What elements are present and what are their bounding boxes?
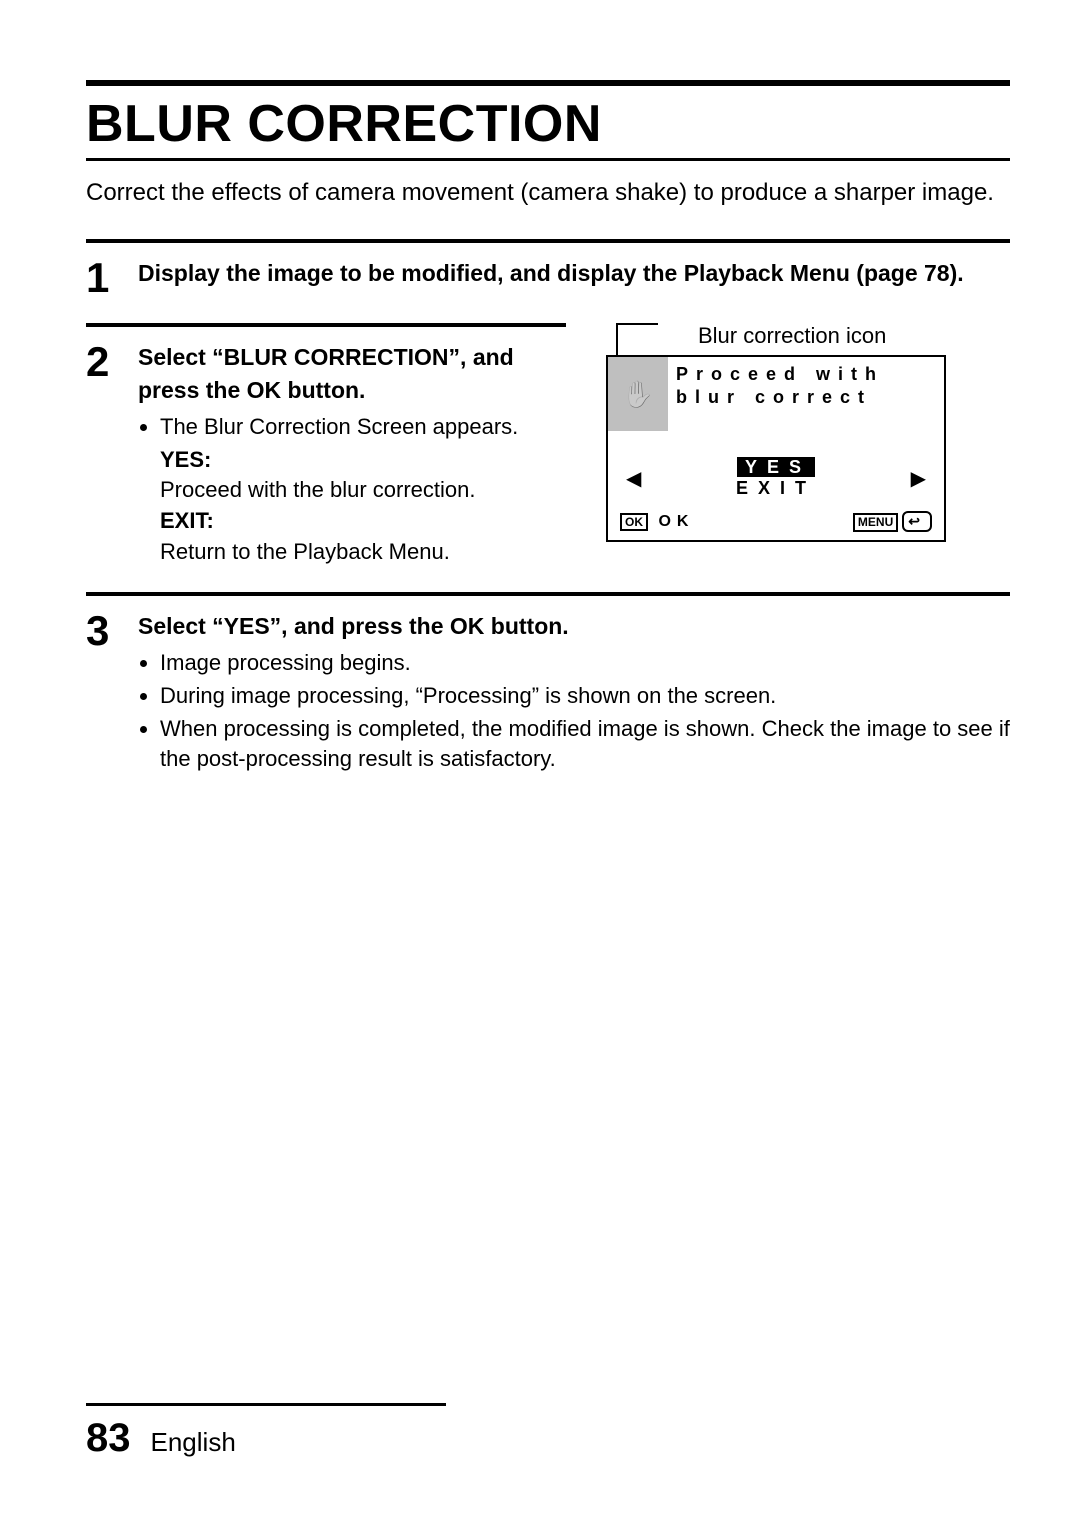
step-3-bullet-3: When processing is completed, the modifi… bbox=[160, 714, 1010, 776]
prompt-line-2: blur correct bbox=[676, 386, 938, 409]
option-yes: YES bbox=[737, 457, 815, 477]
option-exit: EXIT bbox=[736, 478, 816, 499]
page-title: BLUR CORRECTION bbox=[86, 94, 1010, 154]
blur-correction-icon: ✋ bbox=[608, 357, 668, 431]
yes-label: YES: bbox=[160, 447, 211, 472]
menu-box-icon: MENU bbox=[853, 513, 898, 531]
ok-box-icon: OK bbox=[620, 513, 648, 531]
left-arrow-icon: ◀ bbox=[626, 466, 641, 491]
page-number: 83 bbox=[86, 1416, 131, 1461]
exit-label: EXIT: bbox=[160, 508, 214, 533]
page-language: English bbox=[151, 1427, 236, 1458]
lcd-screen-illustration: ✋ Proceed with blur correct ◀ YES EXIT ▶ bbox=[606, 355, 946, 542]
manual-page: BLUR CORRECTION Correct the effects of c… bbox=[0, 0, 1080, 1521]
exit-text: Return to the Playback Menu. bbox=[160, 537, 566, 568]
return-icon: ↩ bbox=[902, 511, 932, 532]
step-2-heading: Select “BLUR CORRECTION”, and press the … bbox=[138, 341, 566, 405]
step-3: 3 Select “YES”, and press the OK button.… bbox=[86, 592, 1010, 777]
figure-caption: Blur correction icon bbox=[698, 323, 886, 349]
screen-footer-row: OK OK MENU↩ bbox=[608, 507, 944, 540]
step-2-row: 2 Select “BLUR CORRECTION”, and press th… bbox=[86, 323, 1010, 591]
ok-text: OK bbox=[658, 513, 694, 530]
leader-line bbox=[616, 323, 658, 355]
right-arrow-icon: ▶ bbox=[911, 466, 926, 491]
step-1-heading: Display the image to be modified, and di… bbox=[138, 257, 1010, 289]
rule-top bbox=[86, 80, 1010, 86]
page-footer: 83 English bbox=[86, 1403, 446, 1461]
intro-text: Correct the effects of camera movement (… bbox=[86, 177, 1010, 209]
figure-column: Blur correction icon ✋ Proceed with blur… bbox=[606, 323, 966, 542]
step-3-bullet-2: During image processing, “Processing” is… bbox=[160, 681, 1010, 712]
rule-under-title bbox=[86, 158, 1010, 161]
step-2-number: 2 bbox=[86, 341, 138, 383]
step-1-number: 1 bbox=[86, 257, 138, 299]
step-1: 1 Display the image to be modified, and … bbox=[86, 239, 1010, 299]
step-3-number: 3 bbox=[86, 610, 138, 652]
screen-prompt: Proceed with blur correct bbox=[668, 357, 944, 408]
prompt-line-1: Proceed with bbox=[676, 363, 938, 386]
yes-text: Proceed with the blur correction. bbox=[160, 475, 566, 506]
step-3-bullet-1: Image processing begins. bbox=[160, 648, 1010, 679]
hand-icon: ✋ bbox=[622, 379, 654, 410]
step-2: 2 Select “BLUR CORRECTION”, and press th… bbox=[86, 323, 566, 567]
screen-options-row: ◀ YES EXIT ▶ bbox=[608, 431, 944, 507]
step-3-heading: Select “YES”, and press the OK button. bbox=[138, 610, 1010, 642]
step-2-bullet: The Blur Correction Screen appears. bbox=[160, 412, 566, 443]
